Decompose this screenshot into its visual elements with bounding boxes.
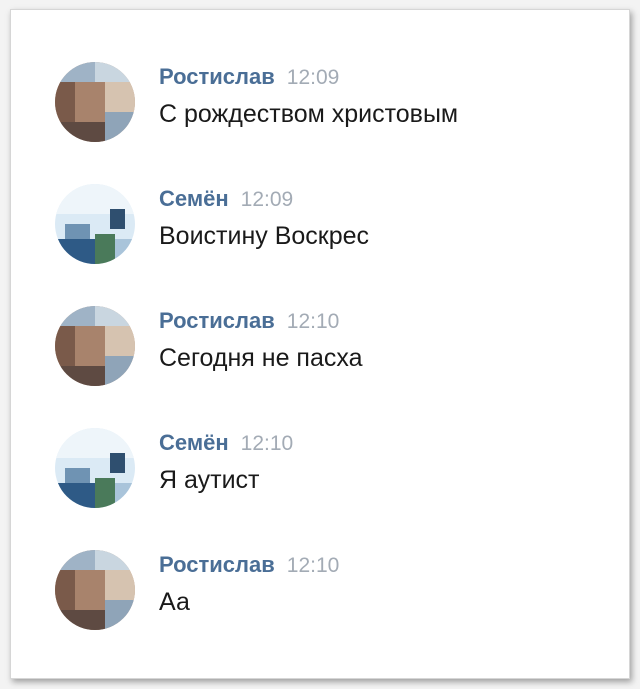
message-time: 12:10 <box>286 554 340 577</box>
avatar-semen[interactable] <box>55 428 135 508</box>
author-name[interactable]: Ростислав <box>159 308 275 333</box>
author-name[interactable]: Семён <box>159 430 229 455</box>
message-item: Семён 12:09 Воистину Воскрес <box>11 184 629 284</box>
message-header: Семён 12:09 <box>159 186 293 212</box>
message-time: 12:10 <box>286 310 340 333</box>
message-text: Я аутист <box>159 466 260 494</box>
message-item: Ростислав 12:09 С рождеством христовым <box>11 62 629 162</box>
message-time: 12:10 <box>240 432 294 455</box>
message-item: Ростислав 12:10 Аа <box>11 550 629 650</box>
message-text: Аа <box>159 588 190 616</box>
avatar-rostislav[interactable] <box>55 306 135 386</box>
avatar-semen[interactable] <box>55 184 135 264</box>
avatar-rostislav[interactable] <box>55 62 135 142</box>
message-item: Ростислав 12:10 Сегодня не пасха <box>11 306 629 406</box>
message-header: Ростислав 12:09 <box>159 64 339 90</box>
author-name[interactable]: Семён <box>159 186 229 211</box>
message-time: 12:09 <box>240 188 294 211</box>
chat-history: Ростислав 12:09 С рождеством христовым Се… <box>11 10 629 678</box>
message-header: Семён 12:10 <box>159 430 293 456</box>
message-header: Ростислав 12:10 <box>159 552 339 578</box>
message-time: 12:09 <box>286 66 340 89</box>
author-name[interactable]: Ростислав <box>159 64 275 89</box>
message-header: Ростислав 12:10 <box>159 308 339 334</box>
message-item: Семён 12:10 Я аутист <box>11 428 629 528</box>
message-text: С рождеством христовым <box>159 100 459 128</box>
screenshot-frame: Ростислав 12:09 С рождеством христовым Се… <box>10 9 630 679</box>
message-text: Сегодня не пасха <box>159 344 363 372</box>
author-name[interactable]: Ростислав <box>159 552 275 577</box>
avatar-rostislav[interactable] <box>55 550 135 630</box>
message-text: Воистину Воскрес <box>159 222 370 250</box>
